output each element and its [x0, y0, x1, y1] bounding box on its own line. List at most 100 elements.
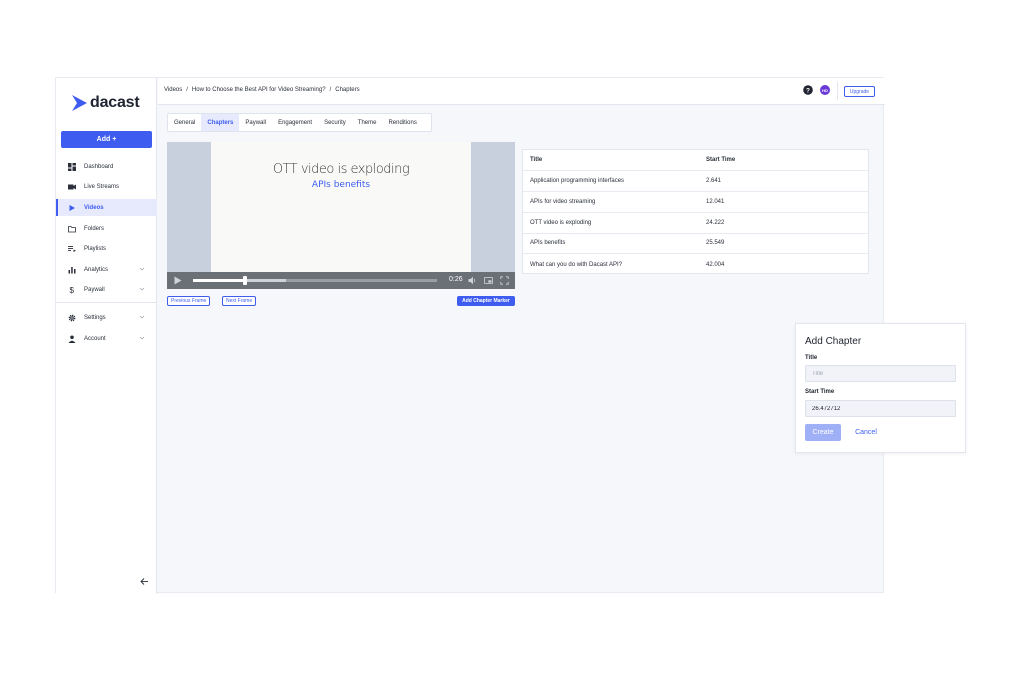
- chapter-title: What can you do with Dacast API?: [530, 261, 623, 268]
- tab-paywall[interactable]: Paywall: [239, 114, 272, 131]
- add-button[interactable]: Add +: [61, 131, 152, 148]
- sidebar-item-live-streams[interactable]: Live Streams: [56, 178, 157, 195]
- sidebar-item-label: Paywall: [84, 286, 105, 293]
- video-player[interactable]: OTT video is exploding APIs benefits 0:2…: [167, 142, 515, 289]
- chapters-table: Title Start Time Application programming…: [522, 149, 869, 274]
- chevron-down-icon: [139, 287, 145, 291]
- breadcrumb: Videos / How to Choose the Best API for …: [164, 87, 364, 93]
- sidebar-item-dashboard[interactable]: Dashboard: [56, 158, 157, 175]
- table-row[interactable]: Application programming interfaces 2.641: [523, 171, 868, 192]
- video-tabs: General Chapters Paywall Engagement Secu…: [167, 113, 432, 132]
- sidebar-item-label: Analytics: [84, 266, 109, 273]
- add-chapter-panel: Add Chapter Title Start Time Create Canc…: [795, 323, 966, 453]
- header-divider: [837, 82, 838, 100]
- add-chapter-marker-button[interactable]: Add Chapter Marker: [457, 296, 515, 306]
- chapter-start-time: 25.549: [706, 240, 725, 246]
- play-icon: [62, 204, 82, 212]
- column-header-title: Title: [530, 157, 543, 163]
- volume-icon[interactable]: [468, 276, 477, 285]
- collapse-sidebar-arrow-icon[interactable]: [140, 577, 149, 586]
- previous-frame-button[interactable]: Previous Frame: [167, 296, 211, 306]
- sidebar-item-label: Folders: [84, 225, 105, 232]
- seek-bar-handle[interactable]: [243, 276, 248, 285]
- table-row[interactable]: APIs for video streaming 12.041: [523, 192, 868, 213]
- sidebar-divider: [56, 302, 157, 303]
- sidebar-item-playlists[interactable]: Playlists: [56, 240, 157, 257]
- chevron-down-icon: [139, 336, 145, 340]
- start-time-field-label: Start Time: [805, 389, 835, 395]
- analytics-icon: [62, 266, 82, 274]
- camera-icon: [62, 183, 82, 191]
- gear-icon: [62, 314, 82, 322]
- table-row[interactable]: What can you do with Dacast API? 42.004: [523, 254, 868, 275]
- dashboard-icon: [62, 162, 82, 171]
- picture-in-picture-icon[interactable]: [484, 276, 493, 285]
- breadcrumb-chapters: Chapters: [335, 87, 360, 93]
- breadcrumb-separator: /: [329, 87, 332, 93]
- create-button[interactable]: Create: [805, 424, 841, 441]
- app-window: dacast Add + Dashboard Live Streams Vide…: [55, 77, 885, 594]
- breadcrumb-video-title[interactable]: How to Choose the Best API for Video Str…: [192, 87, 326, 93]
- person-icon: [62, 335, 82, 343]
- video-slide-title: OTT video is exploding: [272, 162, 410, 177]
- svg-text:$: $: [70, 286, 75, 294]
- chapter-title-input[interactable]: [805, 365, 956, 382]
- sidebar: dacast Add + Dashboard Live Streams Vide…: [56, 78, 157, 594]
- sidebar-item-label: Videos: [84, 204, 104, 211]
- tab-chapters[interactable]: Chapters: [201, 114, 240, 131]
- svg-text:?: ?: [806, 87, 810, 94]
- dollar-icon: $: [62, 286, 82, 294]
- column-header-start-time: Start Time: [706, 157, 736, 163]
- sidebar-item-analytics[interactable]: Analytics: [56, 261, 157, 278]
- sidebar-item-label: Live Streams: [84, 183, 120, 190]
- chevron-down-icon: [139, 315, 145, 319]
- chapter-title: Application programming interfaces: [530, 178, 625, 184]
- avatar[interactable]: HD: [820, 85, 830, 95]
- tab-engagement[interactable]: Engagement: [272, 114, 318, 131]
- chevron-down-icon: [139, 267, 145, 271]
- table-header-row: Title Start Time: [523, 150, 868, 171]
- tab-theme[interactable]: Theme: [352, 114, 383, 131]
- tab-general[interactable]: General: [168, 114, 201, 131]
- seek-bar[interactable]: [193, 276, 437, 285]
- sidebar-item-label: Settings: [84, 314, 106, 321]
- dacast-logo[interactable]: dacast: [72, 94, 140, 112]
- sidebar-item-videos[interactable]: Videos: [56, 199, 157, 216]
- fullscreen-icon[interactable]: [500, 276, 509, 285]
- play-icon[interactable]: [174, 276, 182, 285]
- table-row[interactable]: OTT video is exploding 24.222: [523, 213, 868, 234]
- sidebar-item-folders[interactable]: Folders: [56, 220, 157, 237]
- video-slide-subtitle: APIs benefits: [311, 180, 371, 190]
- cancel-button[interactable]: Cancel: [851, 424, 881, 441]
- sidebar-item-label: Dashboard: [84, 163, 114, 170]
- sidebar-item-settings[interactable]: Settings: [56, 309, 157, 326]
- tab-security[interactable]: Security: [318, 114, 352, 131]
- chapter-start-time: 12.041: [706, 199, 725, 205]
- top-header: Videos / How to Choose the Best API for …: [158, 78, 885, 105]
- brand-name: dacast: [90, 94, 140, 111]
- folder-icon: [62, 225, 82, 233]
- sidebar-item-label: Account: [84, 335, 106, 342]
- tab-renditions[interactable]: Renditions: [382, 114, 422, 131]
- sidebar-item-label: Playlists: [84, 245, 107, 252]
- chapter-start-time: 24.222: [706, 220, 725, 226]
- title-field-label: Title: [805, 355, 818, 361]
- help-icon[interactable]: ?: [803, 85, 813, 95]
- chapter-start-time: 42.004: [706, 261, 725, 268]
- start-time-input[interactable]: [805, 400, 956, 417]
- player-controls: 0:26: [167, 272, 515, 289]
- next-frame-button[interactable]: Next Frame: [222, 296, 257, 306]
- sidebar-item-paywall[interactable]: $ Paywall: [56, 281, 157, 298]
- video-frame[interactable]: OTT video is exploding APIs benefits: [211, 142, 471, 272]
- playlist-icon: [62, 245, 82, 253]
- chapter-title: OTT video is exploding: [530, 220, 592, 226]
- table-row[interactable]: APIs benefits 25.549: [523, 233, 868, 254]
- chapter-title: APIs benefits: [530, 240, 566, 246]
- chapter-title: APIs for video streaming: [530, 199, 596, 205]
- chapter-start-time: 2.641: [706, 178, 722, 184]
- sidebar-item-account[interactable]: Account: [56, 330, 157, 347]
- breadcrumb-separator: /: [186, 87, 188, 93]
- upgrade-button[interactable]: Upgrade: [844, 86, 875, 97]
- current-time: 0:26: [449, 276, 463, 283]
- breadcrumb-videos[interactable]: Videos: [164, 87, 182, 93]
